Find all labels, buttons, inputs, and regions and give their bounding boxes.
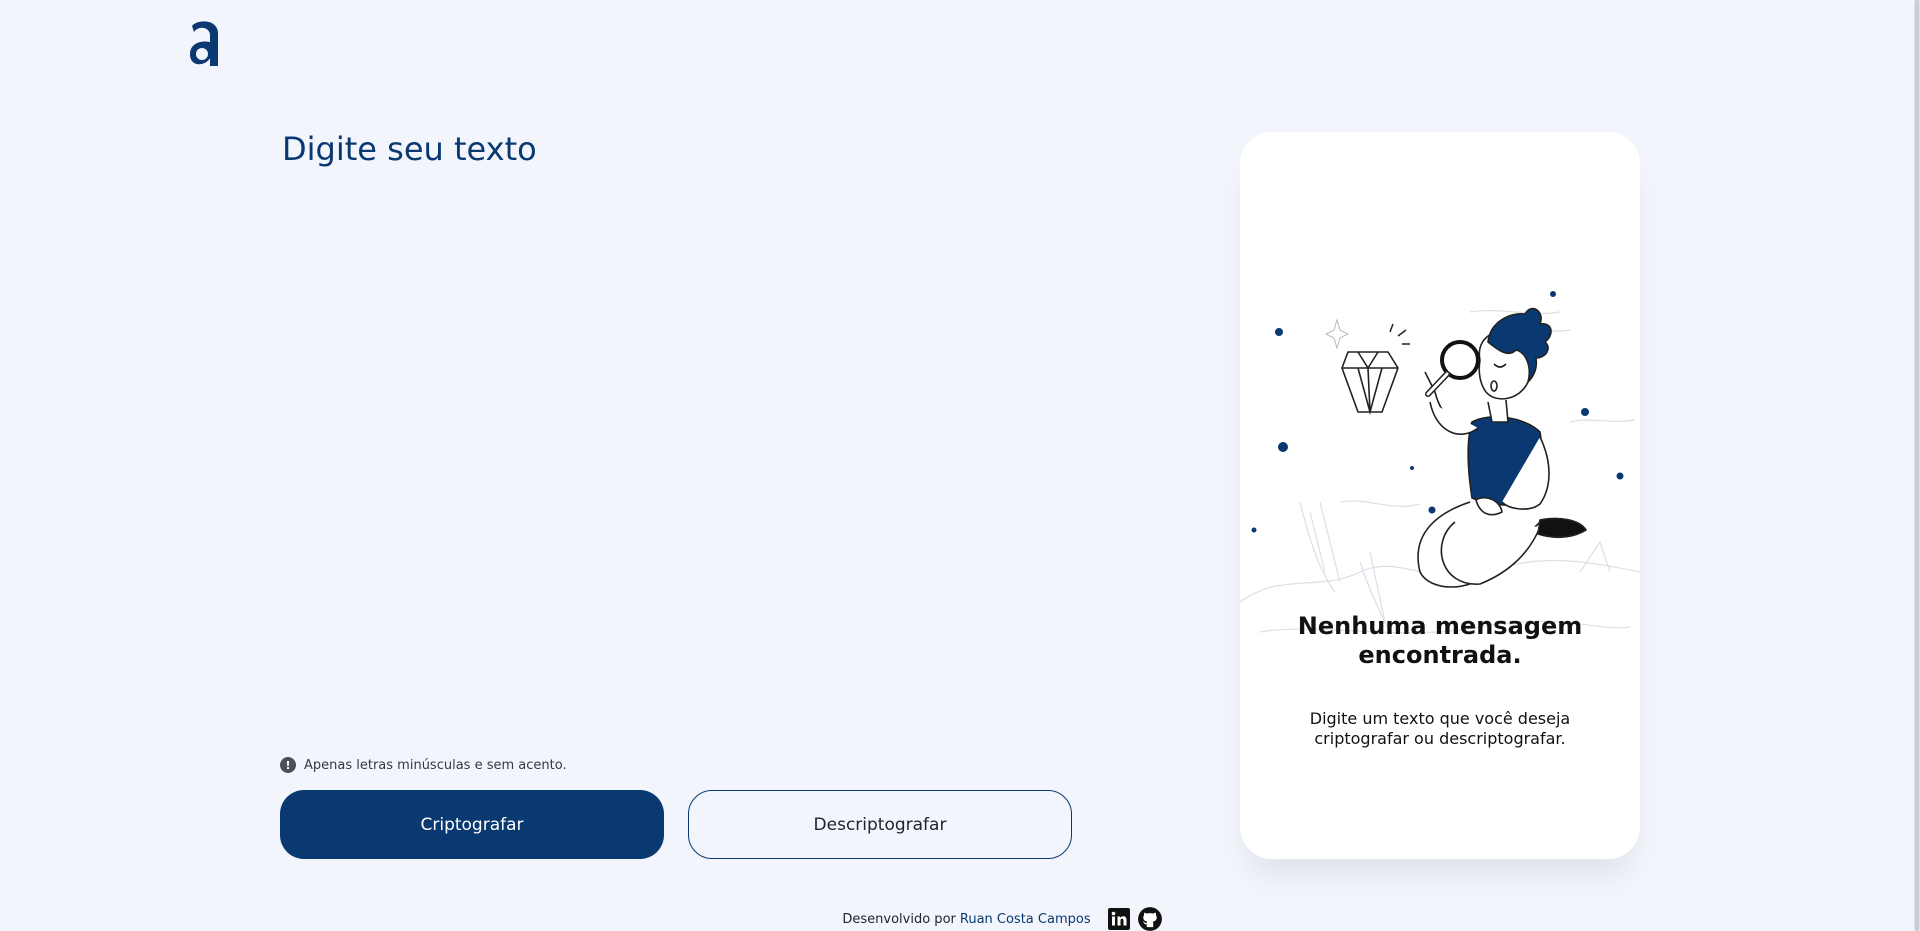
social-links <box>1107 906 1163 931</box>
hint-text: Apenas letras minúsculas e sem acento. <box>304 757 567 773</box>
linkedin-icon[interactable] <box>1107 907 1131 931</box>
scrollbar[interactable] <box>1914 0 1920 931</box>
input-hint: ! Apenas letras minúsculas e sem acento. <box>280 757 567 773</box>
page: ! Apenas letras minúsculas e sem acento.… <box>0 0 1920 931</box>
no-message-description: Digite um texto que você deseja criptogr… <box>1309 709 1571 748</box>
scrollbar-thumb[interactable] <box>1915 0 1919 931</box>
message-input[interactable] <box>282 130 1062 730</box>
encrypt-button[interactable]: Criptografar <box>280 790 664 859</box>
no-message-title: Nenhuma mensagem encontrada. <box>1297 612 1583 670</box>
alura-logo-icon[interactable] <box>188 18 224 70</box>
decrypt-button[interactable]: Descriptografar <box>688 790 1072 859</box>
decrypt-button-label: Descriptografar <box>813 814 947 835</box>
github-icon[interactable] <box>1137 906 1163 931</box>
output-panel: Nenhuma mensagem encontrada. Digite um t… <box>1240 132 1640 859</box>
exclamation-circle-icon: ! <box>280 757 296 773</box>
footer: Desenvolvido por Ruan Costa Campos <box>0 906 1920 931</box>
footer-prefix: Desenvolvido por <box>842 911 956 927</box>
author-link[interactable]: Ruan Costa Campos <box>960 912 1091 927</box>
